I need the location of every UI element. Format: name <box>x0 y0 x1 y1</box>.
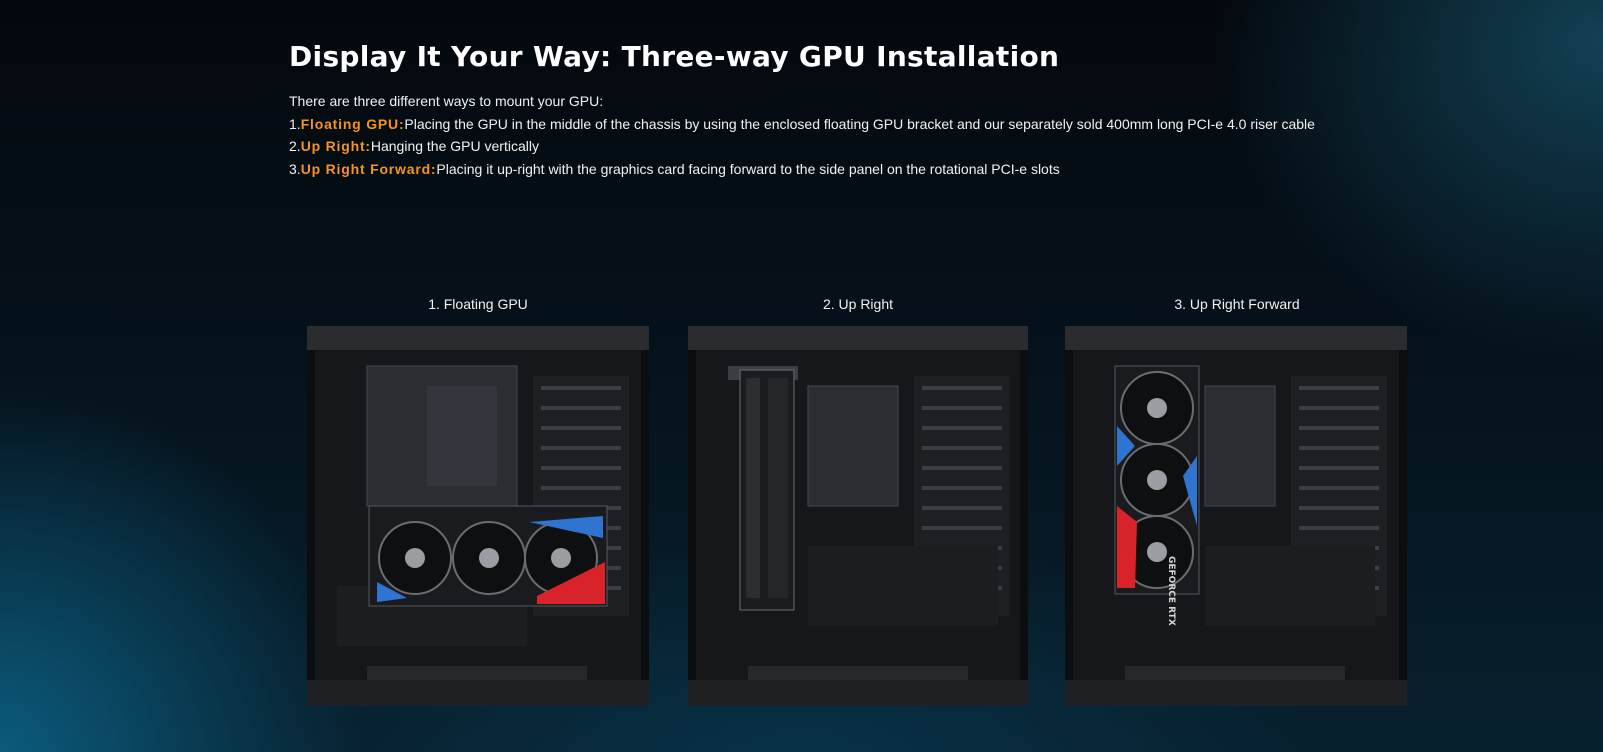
method-up-right-forward: 3.Up Right Forward:Placing it up-right w… <box>289 158 1315 181</box>
intro-text: There are three different ways to mount … <box>289 93 604 109</box>
gpu-label-text: GEFORCE RTX <box>1166 556 1176 626</box>
method-name: Up Right Forward: <box>300 160 437 177</box>
case-image-up-right <box>688 326 1028 706</box>
caption-floating-gpu: 1. Floating GPU <box>428 296 528 312</box>
method-number: 1. <box>289 115 301 132</box>
section-heading: Display It Your Way: Three-way GPU Insta… <box>289 40 1060 73</box>
case-image-floating-gpu <box>307 326 649 706</box>
method-up-right: 2.Up Right:Hanging the GPU vertically <box>289 135 1315 158</box>
method-number: 2. <box>289 138 301 154</box>
method-text: Placing the GPU in the middle of the cha… <box>404 115 1315 132</box>
method-name: Up Right: <box>300 138 371 154</box>
method-text: Hanging the GPU vertically <box>370 138 539 154</box>
caption-up-right-forward: 3. Up Right Forward <box>1174 296 1300 312</box>
gpu-mount-description: There are three different ways to mount … <box>289 90 1315 180</box>
method-floating: 1.Floating GPU:Placing the GPU in the mi… <box>289 113 1315 136</box>
method-text: Placing it up-right with the graphics ca… <box>436 160 1060 177</box>
case-image-up-right-forward: GEFORCE RTX <box>1065 326 1407 706</box>
caption-up-right: 2. Up Right <box>822 296 894 312</box>
method-name: Floating GPU: <box>300 115 405 132</box>
method-number: 3. <box>289 160 301 177</box>
